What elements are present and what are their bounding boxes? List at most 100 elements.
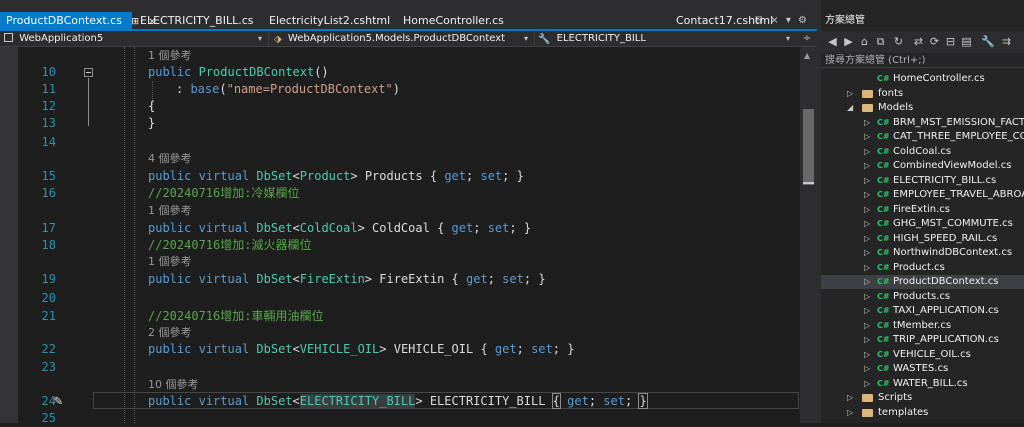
pending-changes-icon[interactable]: ↻ (893, 36, 904, 47)
chevron-right-icon[interactable]: ▷ (864, 348, 870, 362)
csharp-file-icon: C# (877, 379, 890, 388)
code-text[interactable]: public virtual DbSet<ELECTRICITY_BILL> E… (148, 393, 648, 410)
code-editor[interactable]: 1 個參考 10 public ProductDBContext() 11 : … (0, 47, 800, 425)
tree-item[interactable]: ▷ templates (821, 406, 1024, 420)
tree-item-selected[interactable]: ▷ C# ProductDBContext.cs (821, 275, 1024, 289)
settings-icon[interactable]: ⚙ (798, 15, 807, 26)
tree-item[interactable]: ▷ C# WATER_BILL.cs (821, 377, 1024, 391)
chevron-right-icon[interactable]: ▷ (864, 333, 870, 347)
tab-homecontroller[interactable]: HomeController.cs (397, 12, 504, 29)
tab-productdbcontext[interactable]: ProductDBContext.cs ⊞ × (0, 12, 156, 29)
tree-item[interactable]: ▷ C# ColdCoal.cs (821, 145, 1024, 159)
class-dropdown[interactable]: ⬗ WebApplication5.Models.ProductDBContex… (274, 31, 532, 46)
sync-icon[interactable]: ⇄ (913, 36, 924, 47)
code-text[interactable]: public ProductDBContext() (148, 64, 329, 81)
tree-item[interactable]: ▷C#BRM_MST_EMISSION_FACTOR.cs (821, 116, 1024, 130)
chevron-right-icon[interactable]: ▷ (864, 203, 870, 217)
tree-item[interactable]: ▷ C# GHG_MST_COMMUTE.cs (821, 217, 1024, 231)
chevron-right-icon[interactable]: ▷ (864, 145, 870, 159)
member-dropdown[interactable]: 🔧 ELECTRICITY_BILL ▾ (538, 31, 794, 46)
tree-item[interactable]: ▷ C# NorthwindDBContext.cs (821, 246, 1024, 260)
chevron-right-icon[interactable]: ▷ (864, 304, 870, 318)
tree-item[interactable]: ▷ C# HIGH_SPEED_RAIL.cs (821, 232, 1024, 246)
chevron-right-icon[interactable]: ▷ (864, 174, 870, 188)
code-text[interactable]: public virtual DbSet<FireExtin> FireExti… (148, 271, 546, 288)
line-number: 19 (41, 272, 56, 286)
code-text[interactable]: public virtual DbSet<Product> Products {… (148, 168, 524, 185)
chevron-right-icon[interactable]: ▷ (864, 319, 870, 333)
chevron-right-icon[interactable]: ▷ (847, 87, 853, 101)
chevron-right-icon[interactable]: ▷ (864, 261, 870, 275)
tree-item[interactable]: ▷ C# VEHICLE_OIL.cs (821, 348, 1024, 362)
code-text[interactable]: : base("name=ProductDBContext") (176, 81, 400, 98)
chevron-right-icon[interactable]: ▷ (864, 362, 870, 376)
editor-vertical-scrollbar[interactable]: ▲ (800, 47, 817, 423)
solution-search-input[interactable]: 搜尋方案總管 (Ctrl+;) (821, 53, 1024, 68)
scrollbar-thumb[interactable] (803, 109, 814, 185)
csharp-file-icon: C# (877, 234, 890, 243)
chevron-right-icon[interactable]: ▷ (847, 391, 853, 405)
home-icon[interactable]: ⌂ (859, 36, 870, 47)
tree-item[interactable]: ◢ Models (821, 101, 1024, 115)
switch-views-icon[interactable]: ⧉ (875, 36, 886, 47)
code-comment[interactable]: //20240716增加:冷媒欄位 (148, 185, 299, 202)
tree-item[interactable]: ▷ C# TAXI_APPLICATION.cs (821, 304, 1024, 318)
codelens-reference[interactable]: 1 個參考 (148, 202, 192, 219)
pin-icon[interactable]: ⊟ (755, 15, 763, 26)
codelens-reference[interactable]: 1 個參考 (148, 47, 192, 64)
close-icon[interactable]: × (770, 15, 778, 26)
chevron-right-icon[interactable]: ▷ (864, 116, 870, 130)
codelens-reference[interactable]: 2 個參考 (148, 324, 192, 341)
tree-item[interactable]: ▷C#EMPLOYEE_TRAVEL_ABROAD.cs (821, 188, 1024, 202)
preview-icon[interactable]: ⇉ (1001, 36, 1012, 47)
tree-item[interactable]: ▷ fonts (821, 87, 1024, 101)
tree-item[interactable]: ▷ C# tMember.cs (821, 319, 1024, 333)
tab-electricitylist2[interactable]: ElectricityList2.cshtml (263, 12, 390, 29)
chevron-down-icon[interactable]: ▾ (786, 15, 791, 26)
collapse-all-icon[interactable]: ⊟ (945, 36, 956, 47)
code-comment[interactable]: //20240716增加:車輛用油欄位 (148, 308, 323, 325)
csharp-file-icon: C# (877, 292, 890, 301)
chevron-right-icon[interactable]: ▷ (864, 130, 870, 144)
tree-item[interactable]: ▷ Scripts (821, 391, 1024, 405)
tree-item[interactable]: ▷ C# Product.cs (821, 261, 1024, 275)
chevron-right-icon[interactable]: ▷ (847, 406, 853, 420)
solution-explorer: 方案總管 ◀ ▶ ⌂ ⧉ ↻ ⇄ ⟳ ⊟ ▤ 🔧 ⇉ 搜尋方案總管 (Ctrl+… (821, 0, 1024, 423)
tree-item[interactable]: ▷ C# Products.cs (821, 290, 1024, 304)
chevron-down-icon[interactable]: ◢ (847, 101, 853, 115)
chevron-right-icon[interactable]: ▷ (864, 290, 870, 304)
code-text[interactable]: { (148, 98, 155, 115)
tree-item[interactable]: ▷ C# ELECTRICITY_BILL.cs (821, 174, 1024, 188)
tree-item[interactable]: ▷C#CAT_THREE_EMPLOYEE_COMMUTE.cs (821, 130, 1024, 144)
forward-icon[interactable]: ▶ (843, 36, 854, 47)
tree-item[interactable]: C# HomeController.cs (821, 72, 1024, 86)
chevron-right-icon[interactable]: ▷ (864, 275, 870, 289)
tree-item[interactable]: ▷ C# CombinedViewModel.cs (821, 159, 1024, 173)
codelens-reference[interactable]: 10 個參考 (148, 376, 199, 393)
code-comment[interactable]: //20240716增加:滅火器欄位 (148, 237, 311, 254)
scroll-up-icon[interactable]: ▲ (804, 51, 810, 60)
code-text[interactable]: } (148, 115, 155, 132)
back-icon[interactable]: ◀ (827, 36, 838, 47)
show-all-files-icon[interactable]: ▤ (961, 36, 972, 47)
tree-item[interactable]: ▷ C# FireExtin.cs (821, 203, 1024, 217)
chevron-right-icon[interactable]: ▷ (864, 159, 870, 173)
split-editor-icon[interactable]: ÷ (800, 31, 814, 46)
codelens-reference[interactable]: 4 個參考 (148, 150, 192, 167)
chevron-right-icon[interactable]: ▷ (864, 246, 870, 260)
tree-item[interactable]: ▷ C# TRIP_APPLICATION.cs (821, 333, 1024, 347)
refresh-icon[interactable]: ⟳ (929, 36, 940, 47)
chevron-right-icon[interactable]: ▷ (864, 377, 870, 391)
tab-electricity-bill[interactable]: ELECTRICITY_BILL.cs (134, 12, 254, 29)
code-text[interactable]: public virtual DbSet<ColdCoal> ColdCoal … (148, 220, 531, 237)
code-text[interactable]: public virtual DbSet<VEHICLE_OIL> VEHICL… (148, 341, 574, 358)
properties-icon[interactable]: 🔧 (981, 36, 995, 47)
quick-actions-icon[interactable]: ✎ (54, 393, 62, 410)
chevron-right-icon[interactable]: ▷ (864, 232, 870, 246)
chevron-right-icon[interactable]: ▷ (864, 188, 870, 202)
tree-item[interactable]: ▷ C# WASTES.cs (821, 362, 1024, 376)
project-dropdown[interactable]: WebApplication5 ▾ (4, 31, 266, 46)
chevron-right-icon[interactable]: ▷ (864, 217, 870, 231)
codelens-reference[interactable]: 1 個參考 (148, 253, 192, 270)
line-number: 15 (41, 169, 56, 183)
